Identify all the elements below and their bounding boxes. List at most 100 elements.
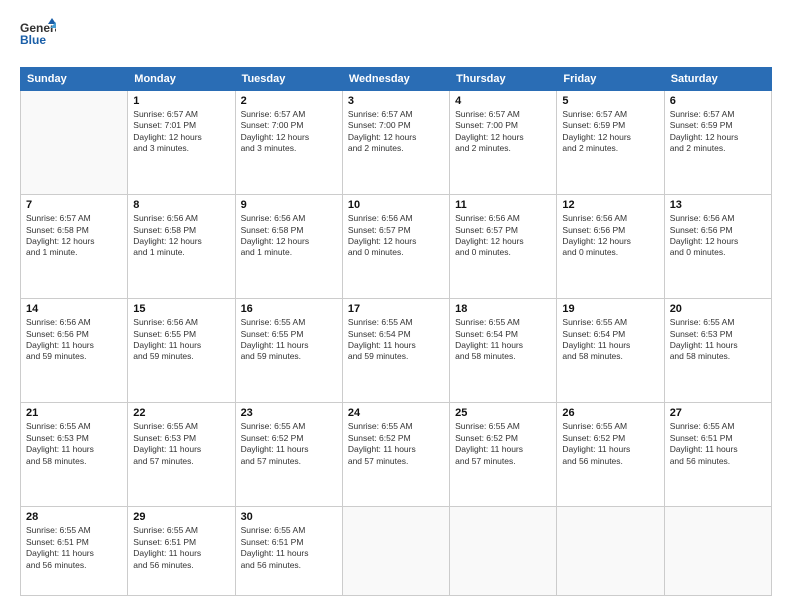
day-info: Sunrise: 6:57 AMSunset: 7:00 PMDaylight:… [241, 109, 337, 155]
calendar-cell: 28Sunrise: 6:55 AMSunset: 6:51 PMDayligh… [21, 507, 128, 596]
weekday-friday: Friday [557, 68, 664, 91]
calendar-cell: 8 Sunrise: 6:56 AMSunset: 6:58 PMDaylight… [128, 195, 235, 299]
calendar-cell: 30 Sunrise: 6:55 AMSunset: 6:51 PMDayligh… [235, 507, 342, 596]
calendar-cell [664, 507, 771, 596]
day-number: 25 [455, 407, 551, 419]
calendar-cell: 16 Sunrise: 6:55 AMSunset: 6:55 PMDayligh… [235, 299, 342, 403]
day-info: Sunrise: 6:55 AMSunset: 6:51 PMDaylight:… [133, 525, 229, 571]
day-number: 19 [562, 303, 658, 315]
calendar-cell: 1 Sunrise: 6:57 AMSunset: 7:01 PMDaylight… [128, 91, 235, 195]
day-number: 17 [348, 303, 444, 315]
calendar-cell [21, 91, 128, 195]
day-number: 14 [26, 303, 122, 315]
day-number: 5 [562, 95, 658, 107]
calendar-cell: 29 Sunrise: 6:55 AMSunset: 6:51 PMDayligh… [128, 507, 235, 596]
day-info: Sunrise: 6:55 AMSunset: 6:55 PMDaylight:… [241, 317, 337, 363]
day-number: 13 [670, 199, 766, 211]
day-info: Sunrise: 6:56 AMSunset: 6:58 PMDaylight:… [133, 213, 229, 259]
day-number: 27 [670, 407, 766, 419]
weekday-monday: Monday [128, 68, 235, 91]
day-number: 18 [455, 303, 551, 315]
day-number: 6 [670, 95, 766, 107]
calendar-cell: 13 Sunrise: 6:56 AMSunset: 6:56 PMDayligh… [664, 195, 771, 299]
day-info: Sunrise: 6:55 AMSunset: 6:54 PMDaylight:… [562, 317, 658, 363]
calendar-cell: 26Sunrise: 6:55 AMSunset: 6:52 PMDayligh… [557, 403, 664, 507]
calendar-cell: 17 Sunrise: 6:55 AMSunset: 6:54 PMDayligh… [342, 299, 449, 403]
day-number: 9 [241, 199, 337, 211]
day-info: Sunrise: 6:57 AMSunset: 6:59 PMDaylight:… [670, 109, 766, 155]
day-number: 24 [348, 407, 444, 419]
day-info: Sunrise: 6:56 AMSunset: 6:56 PMDaylight:… [670, 213, 766, 259]
calendar-cell: 4 Sunrise: 6:57 AMSunset: 7:00 PMDaylight… [450, 91, 557, 195]
day-info: Sunrise: 6:55 AMSunset: 6:54 PMDaylight:… [348, 317, 444, 363]
day-info: Sunrise: 6:56 AMSunset: 6:55 PMDaylight:… [133, 317, 229, 363]
day-number: 12 [562, 199, 658, 211]
day-info: Sunrise: 6:55 AMSunset: 6:54 PMDaylight:… [455, 317, 551, 363]
calendar-cell: 11 Sunrise: 6:56 AMSunset: 6:57 PMDayligh… [450, 195, 557, 299]
calendar-cell: 23Sunrise: 6:55 AMSunset: 6:52 PMDayligh… [235, 403, 342, 507]
calendar-cell: 12 Sunrise: 6:56 AMSunset: 6:56 PMDayligh… [557, 195, 664, 299]
day-info: Sunrise: 6:55 AMSunset: 6:52 PMDaylight:… [455, 421, 551, 467]
calendar-cell: 21 Sunrise: 6:55 AMSunset: 6:53 PMDayligh… [21, 403, 128, 507]
calendar-cell: 25 Sunrise: 6:55 AMSunset: 6:52 PMDayligh… [450, 403, 557, 507]
calendar-cell [450, 507, 557, 596]
calendar-cell [557, 507, 664, 596]
calendar-cell: 10 Sunrise: 6:56 AMSunset: 6:57 PMDayligh… [342, 195, 449, 299]
day-info: Sunrise: 6:56 AMSunset: 6:57 PMDaylight:… [455, 213, 551, 259]
day-info: Sunrise: 6:56 AMSunset: 6:57 PMDaylight:… [348, 213, 444, 259]
day-number: 8 [133, 199, 229, 211]
weekday-header-row: SundayMondayTuesdayWednesdayThursdayFrid… [21, 68, 772, 91]
calendar-cell: 22 Sunrise: 6:55 AMSunset: 6:53 PMDayligh… [128, 403, 235, 507]
day-info: Sunrise: 6:57 AMSunset: 6:59 PMDaylight:… [562, 109, 658, 155]
calendar-cell: 9 Sunrise: 6:56 AMSunset: 6:58 PMDaylight… [235, 195, 342, 299]
day-info: Sunrise: 6:57 AMSunset: 7:00 PMDaylight:… [348, 109, 444, 155]
header: General Blue [20, 16, 772, 57]
calendar-cell: 18 Sunrise: 6:55 AMSunset: 6:54 PMDayligh… [450, 299, 557, 403]
day-number: 20 [670, 303, 766, 315]
calendar-week-4: 28 Sunrise: 6:55 AMSunset: 6:51 PMDayligh… [21, 507, 772, 596]
day-info: Sunrise: 6:55 AMSunset: 6:53 PMDaylight:… [133, 421, 229, 467]
calendar-cell: 5 Sunrise: 6:57 AMSunset: 6:59 PMDaylight… [557, 91, 664, 195]
day-number: 28 [26, 511, 122, 523]
weekday-thursday: Thursday [450, 68, 557, 91]
calendar-cell: 19 Sunrise: 6:55 AMSunset: 6:54 PMDayligh… [557, 299, 664, 403]
day-number: 11 [455, 199, 551, 211]
calendar-cell: 27Sunrise: 6:55 AMSunset: 6:51 PMDayligh… [664, 403, 771, 507]
calendar-week-2: 14 Sunrise: 6:56 AMSunset: 6:56 PMDayligh… [21, 299, 772, 403]
calendar-cell [342, 507, 449, 596]
day-info: Sunrise: 6:55 AMSunset: 6:51 PMDaylight:… [241, 525, 337, 571]
day-info: Sunrise: 6:55 AMSunset: 6:52 PMDaylight:… [562, 421, 658, 467]
weekday-wednesday: Wednesday [342, 68, 449, 91]
day-number: 29 [133, 511, 229, 523]
calendar-week-1: 7 Sunrise: 6:57 AMSunset: 6:58 PMDaylight… [21, 195, 772, 299]
calendar-week-3: 21 Sunrise: 6:55 AMSunset: 6:53 PMDayligh… [21, 403, 772, 507]
day-info: Sunrise: 6:56 AMSunset: 6:56 PMDaylight:… [562, 213, 658, 259]
calendar-table: SundayMondayTuesdayWednesdayThursdayFrid… [20, 67, 772, 596]
day-number: 4 [455, 95, 551, 107]
weekday-tuesday: Tuesday [235, 68, 342, 91]
day-info: Sunrise: 6:55 AMSunset: 6:53 PMDaylight:… [26, 421, 122, 467]
day-number: 15 [133, 303, 229, 315]
day-number: 22 [133, 407, 229, 419]
day-number: 7 [26, 199, 122, 211]
logo: General Blue [20, 16, 56, 57]
day-number: 10 [348, 199, 444, 211]
day-number: 16 [241, 303, 337, 315]
calendar-cell: 20 Sunrise: 6:55 AMSunset: 6:53 PMDayligh… [664, 299, 771, 403]
calendar-cell: 14 Sunrise: 6:56 AMSunset: 6:56 PMDayligh… [21, 299, 128, 403]
day-info: Sunrise: 6:56 AMSunset: 6:58 PMDaylight:… [241, 213, 337, 259]
day-info: Sunrise: 6:57 AMSunset: 7:01 PMDaylight:… [133, 109, 229, 155]
day-number: 3 [348, 95, 444, 107]
weekday-sunday: Sunday [21, 68, 128, 91]
svg-text:Blue: Blue [20, 33, 46, 47]
calendar-cell: 6 Sunrise: 6:57 AMSunset: 6:59 PMDaylight… [664, 91, 771, 195]
calendar-week-0: 1 Sunrise: 6:57 AMSunset: 7:01 PMDaylight… [21, 91, 772, 195]
day-number: 30 [241, 511, 337, 523]
day-info: Sunrise: 6:57 AMSunset: 6:58 PMDaylight:… [26, 213, 122, 259]
day-info: Sunrise: 6:56 AMSunset: 6:56 PMDaylight:… [26, 317, 122, 363]
day-number: 21 [26, 407, 122, 419]
day-info: Sunrise: 6:55 AMSunset: 6:53 PMDaylight:… [670, 317, 766, 363]
day-info: Sunrise: 6:57 AMSunset: 7:00 PMDaylight:… [455, 109, 551, 155]
weekday-saturday: Saturday [664, 68, 771, 91]
day-number: 1 [133, 95, 229, 107]
